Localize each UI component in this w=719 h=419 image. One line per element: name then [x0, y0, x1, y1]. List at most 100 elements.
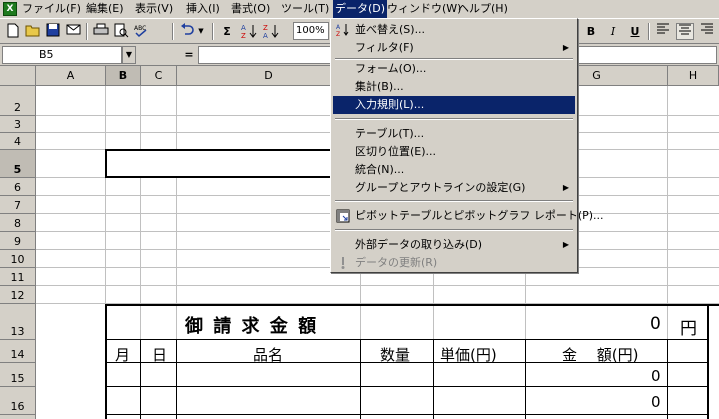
header-month: 月 — [115, 346, 131, 364]
svg-text:A: A — [336, 24, 341, 31]
amount-row-15: 0 — [651, 367, 661, 385]
menu-item-external-data[interactable]: 外部データの取り込み(D) ▶ — [333, 236, 575, 254]
menu-format[interactable]: 書式(O) — [229, 0, 272, 18]
gridline — [36, 285, 719, 286]
menu-item-form[interactable]: フォーム(O)... — [333, 60, 575, 78]
print-preview-icon[interactable] — [112, 23, 130, 40]
invoice-border — [105, 304, 719, 306]
row-header-12[interactable]: 12 — [0, 286, 36, 304]
invoice-border — [140, 340, 141, 419]
invoice-total-unit: 円 — [680, 319, 697, 339]
column-header-h[interactable]: H — [668, 66, 719, 86]
menu-tools[interactable]: ツール(T) — [279, 0, 331, 18]
row-header-7[interactable]: 7 — [0, 196, 36, 214]
open-folder-icon[interactable] — [24, 23, 42, 40]
sort-az-icon: AZ — [336, 23, 350, 38]
menu-item-group-outline[interactable]: グループとアウトラインの設定(G) ▶ — [333, 179, 575, 197]
row-header-13[interactable]: 13 — [0, 304, 36, 340]
toolbar-separator — [212, 23, 214, 40]
bold-button[interactable]: B — [582, 23, 600, 40]
row-header-15[interactable]: 15 — [0, 363, 36, 387]
column-header-b[interactable]: B — [106, 66, 141, 86]
row-header-17[interactable] — [0, 415, 36, 419]
row-header-3[interactable]: 3 — [0, 116, 36, 133]
row-header-2[interactable]: 2 — [0, 86, 36, 116]
invoice-title: 御 請 求 金 額 — [185, 316, 319, 337]
toolbar-separator — [172, 23, 174, 40]
submenu-arrow-icon: ▶ — [562, 240, 569, 249]
invoice-border — [107, 386, 707, 387]
amount-row-16: 0 — [651, 393, 661, 411]
column-header-c[interactable]: C — [141, 66, 177, 86]
menu-separator — [335, 118, 573, 120]
invoice-border — [433, 340, 434, 419]
menu-edit[interactable]: 編集(E) — [84, 0, 126, 18]
submenu-arrow-icon: ▶ — [562, 43, 569, 52]
menu-item-filter[interactable]: フィルタ(F) ▶ — [333, 39, 575, 57]
menu-item-sort[interactable]: AZ 並べ替え(S)... — [333, 21, 575, 39]
header-unit-price: 単価(円) — [440, 346, 497, 364]
sort-descending-icon[interactable]: ZA — [262, 23, 280, 40]
svg-text:A: A — [241, 24, 246, 32]
invoice-border — [360, 340, 361, 419]
invoice-border — [176, 340, 177, 419]
name-box[interactable]: B5 — [2, 46, 122, 64]
undo-icon[interactable] — [178, 23, 196, 40]
row-header-5[interactable]: 5 — [0, 150, 36, 178]
row-header-6[interactable]: 6 — [0, 178, 36, 196]
email-icon[interactable] — [64, 23, 82, 40]
row-header-9[interactable]: 9 — [0, 232, 36, 250]
row-header-4[interactable]: 4 — [0, 133, 36, 150]
menu-item-text-to-columns[interactable]: 区切り位置(E)... — [333, 143, 575, 161]
menu-insert[interactable]: 挿入(I) — [184, 0, 222, 18]
save-icon[interactable] — [44, 23, 62, 40]
submenu-arrow-icon: ▶ — [562, 183, 569, 192]
row-header-16[interactable]: 16 — [0, 387, 36, 415]
italic-button[interactable]: I — [604, 23, 622, 40]
menu-window[interactable]: ウィンドウ(W) — [385, 0, 463, 18]
invoice-total-value: 0 — [650, 314, 661, 334]
row-header-11[interactable]: 11 — [0, 268, 36, 286]
menu-item-table[interactable]: テーブル(T)... — [333, 125, 575, 143]
undo-dropdown-icon[interactable]: ▼ — [196, 23, 206, 40]
data-menu-dropdown: AZ 並べ替え(S)... フィルタ(F) ▶ フォーム(O)... 集計(B)… — [330, 18, 604, 273]
row-header-14[interactable]: 14 — [0, 340, 36, 363]
align-right-icon[interactable] — [698, 23, 716, 40]
svg-text:Z: Z — [336, 31, 340, 37]
align-left-icon[interactable] — [654, 23, 672, 40]
header-day: 日 — [152, 346, 168, 364]
sort-ascending-icon[interactable]: AZ — [240, 23, 258, 40]
underline-button[interactable]: U — [626, 23, 644, 40]
toolbar-separator — [86, 23, 88, 40]
svg-text:Z: Z — [241, 32, 246, 39]
menu-bar: X ファイル(F) 編集(E) 表示(V) 挿入(I) 書式(O) ツール(T)… — [0, 0, 719, 18]
select-all-corner[interactable] — [0, 66, 36, 86]
toolbar-separator — [648, 23, 650, 40]
row-header-8[interactable]: 8 — [0, 214, 36, 232]
menu-data[interactable]: データ(D) — [333, 0, 388, 18]
autosum-button[interactable]: Σ — [218, 23, 236, 40]
menu-item-pivot-table[interactable]: ピボットテーブルとピボットグラフ レポート(P)... — [333, 207, 604, 225]
row-header-10[interactable]: 10 — [0, 250, 36, 268]
menu-item-consolidate[interactable]: 統合(N)... — [333, 161, 575, 179]
name-box-dropdown-icon[interactable]: ▼ — [122, 46, 136, 64]
menu-item-subtotal[interactable]: 集計(B)... — [333, 78, 575, 96]
new-file-icon[interactable] — [4, 23, 22, 40]
invoice-border — [707, 304, 709, 419]
pivot-table-icon — [336, 209, 350, 223]
menu-help[interactable]: ヘルプ(H) — [456, 0, 510, 18]
svg-text:A: A — [263, 32, 268, 39]
spellcheck-icon[interactable]: ABC — [132, 23, 150, 40]
svg-text:Z: Z — [263, 24, 268, 32]
column-header-a[interactable]: A — [36, 66, 106, 86]
menu-file[interactable]: ファイル(F) — [20, 0, 83, 18]
zoom-select[interactable]: 100% — [293, 22, 329, 40]
menu-item-validation[interactable]: 入力規則(L)... — [333, 96, 575, 114]
formula-equals-button[interactable]: = — [182, 46, 196, 64]
print-icon[interactable] — [92, 23, 110, 40]
excel-app-icon[interactable]: X — [3, 2, 17, 16]
selected-cell-b5[interactable] — [105, 149, 361, 178]
menu-view[interactable]: 表示(V) — [133, 0, 175, 18]
menu-separator — [335, 200, 573, 202]
align-center-icon[interactable] — [676, 23, 694, 40]
